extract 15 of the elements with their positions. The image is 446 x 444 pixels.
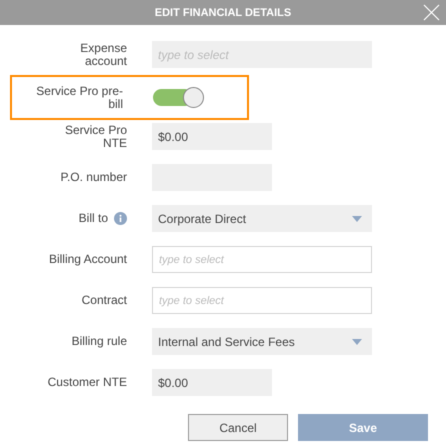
field-label: Expense account	[79, 42, 127, 68]
field-label: Bill to	[78, 212, 108, 225]
cancel-button[interactable]: Cancel	[188, 414, 288, 441]
field-label: Billing Account	[48, 253, 127, 266]
dropdown-field[interactable]: Corporate Direct	[152, 205, 372, 232]
input-field[interactable]: $0.00	[152, 123, 272, 150]
dialog-title: EDIT FINANCIAL DETAILS	[154, 6, 292, 18]
field-label: Service Pro NTE	[64, 124, 127, 150]
field-label: Contract	[82, 294, 127, 307]
field-label: Service Pro pre-bill	[35, 84, 123, 110]
input-field[interactable]: $0.00	[152, 369, 272, 396]
field-label: P.O. number	[60, 171, 127, 184]
field-label: Customer NTE	[48, 376, 127, 389]
dropdown-field[interactable]: Internal and Service Fees	[152, 328, 372, 355]
field-label: Billing rule	[72, 335, 127, 348]
